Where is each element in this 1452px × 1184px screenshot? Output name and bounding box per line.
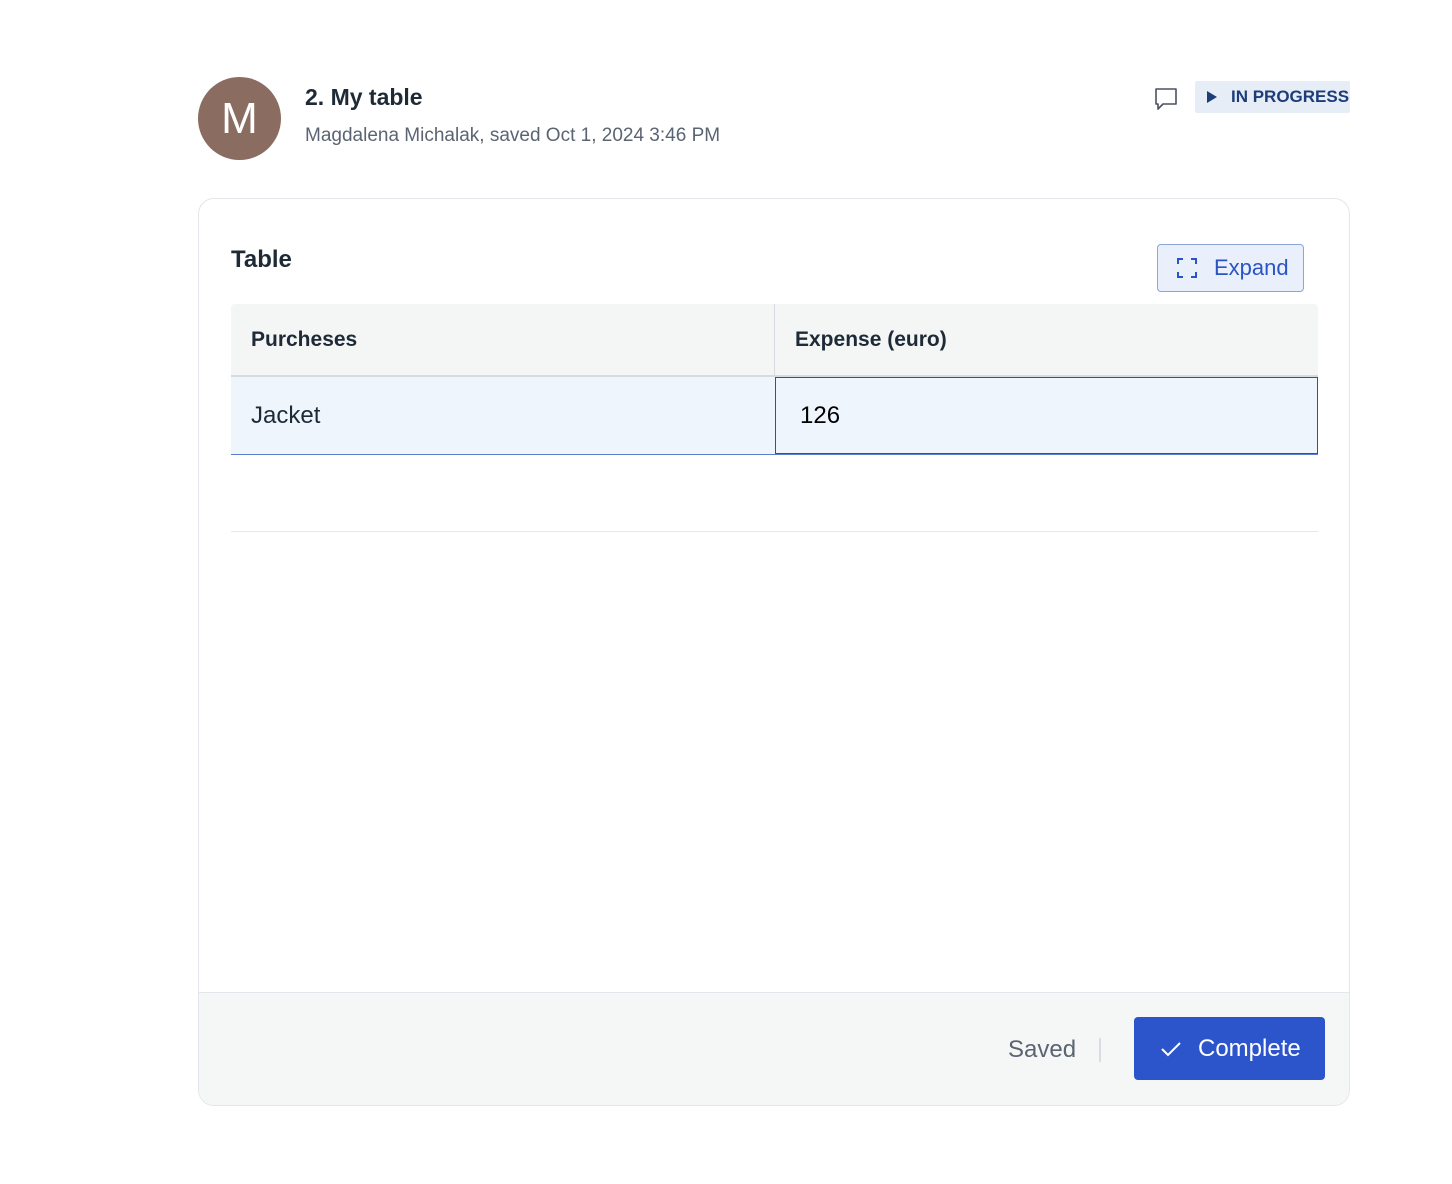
avatar: M bbox=[198, 77, 281, 160]
column-header-expense: Expense (euro) bbox=[795, 327, 947, 351]
column-header-purcheses: Purcheses bbox=[231, 304, 775, 375]
table-cell-purchase[interactable]: Jacket bbox=[231, 377, 775, 454]
comment-icon bbox=[1155, 88, 1177, 110]
play-icon bbox=[1207, 91, 1217, 103]
status-badge: IN PROGRESS bbox=[1195, 81, 1350, 113]
saved-status: Saved bbox=[1008, 1036, 1077, 1063]
avatar-initial: M bbox=[221, 93, 258, 143]
table-cell-expense[interactable]: 126 bbox=[775, 377, 1318, 454]
check-icon bbox=[1161, 1041, 1181, 1056]
table-header: Purcheses Expense (euro) bbox=[231, 304, 1318, 377]
task-meta: Magdalena Michalak, saved Oct 1, 2024 3:… bbox=[305, 125, 721, 146]
table-card: Table Expand Purcheses Expense (euro) Ja… bbox=[198, 198, 1350, 1106]
table-row: Jacket 126 bbox=[231, 377, 1318, 455]
status-label: IN PROGRESS bbox=[1231, 87, 1350, 106]
expand-icon bbox=[1177, 258, 1197, 278]
complete-button[interactable]: Complete bbox=[1134, 1017, 1325, 1080]
card-title: Table bbox=[231, 246, 292, 273]
expand-button[interactable]: Expand bbox=[1157, 244, 1304, 292]
footer-divider bbox=[1099, 1038, 1101, 1062]
expand-label: Expand bbox=[1214, 255, 1289, 280]
data-table: Purcheses Expense (euro) Jacket 126 bbox=[231, 304, 1318, 455]
card-footer: Saved Complete bbox=[199, 992, 1349, 1105]
table-divider bbox=[231, 531, 1318, 532]
complete-label: Complete bbox=[1198, 1034, 1301, 1062]
task-title: 2. My table bbox=[305, 84, 423, 110]
comment-button[interactable] bbox=[1151, 84, 1181, 114]
